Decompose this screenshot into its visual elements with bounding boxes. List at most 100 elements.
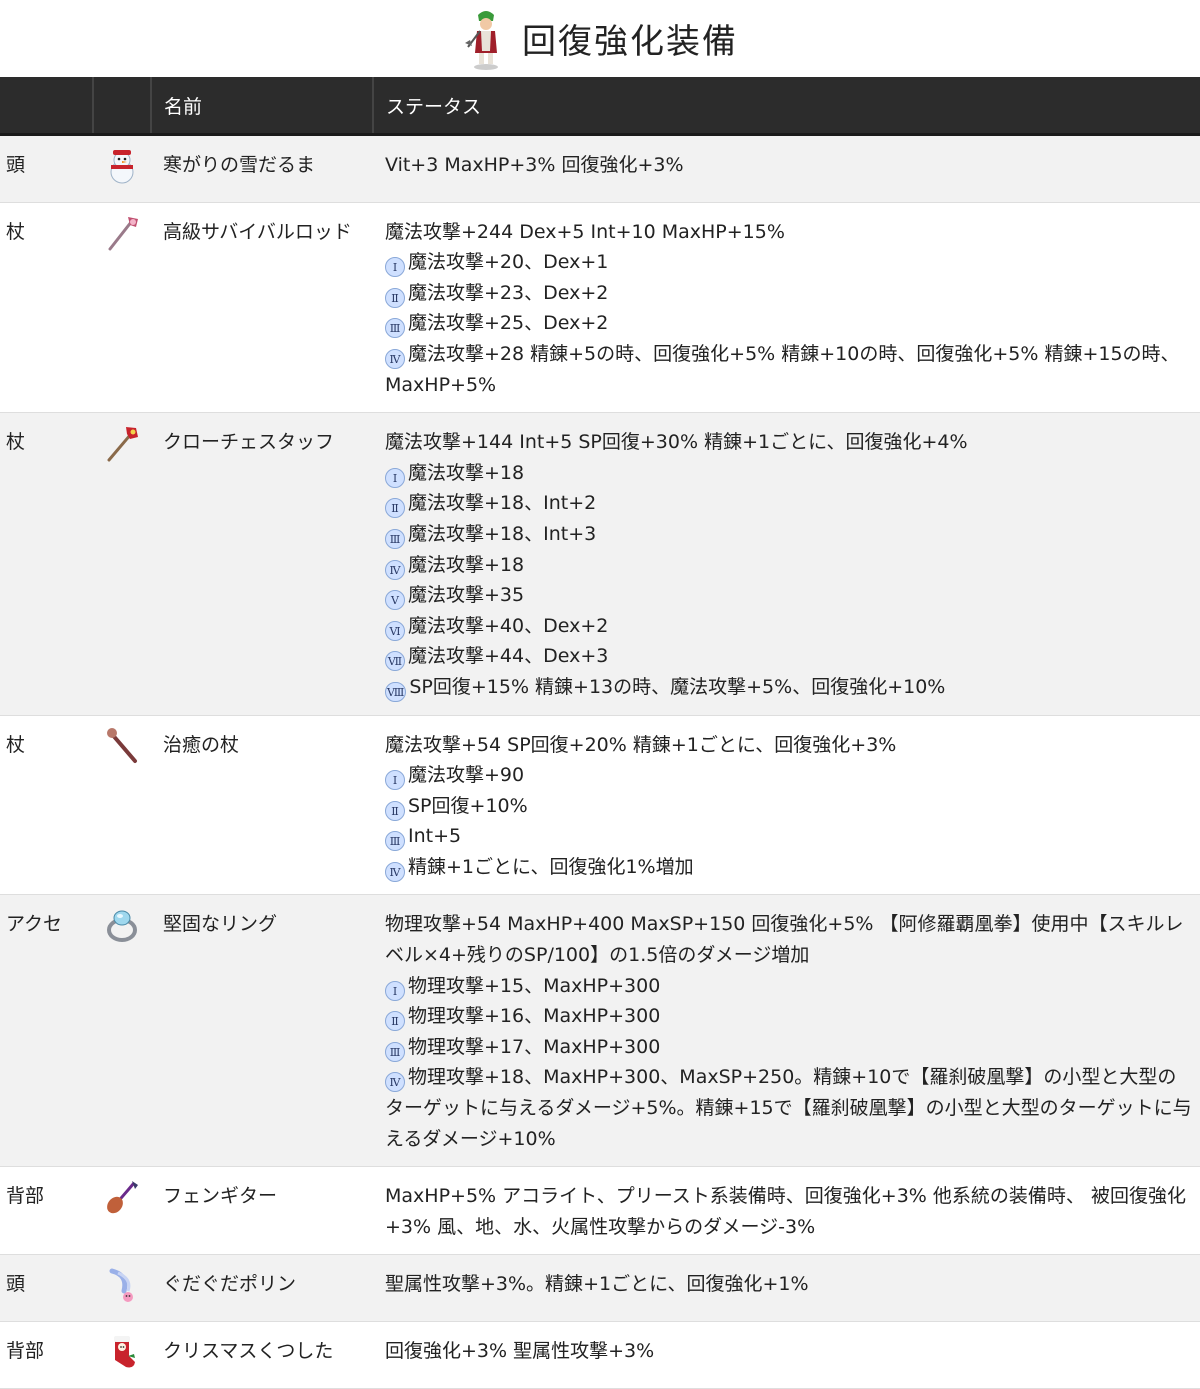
fen-guitar-icon [107, 1181, 138, 1214]
item-name: クローチェスタッフ [151, 412, 373, 716]
slot-cell: 杖 [0, 412, 93, 716]
page-header: 回復強化装備 [0, 0, 1200, 77]
roman-numeral-badge: Ⅵ [385, 620, 405, 641]
status-text: 魔法攻撃+244 Dex+5 Int+10 MaxHP+15% [385, 220, 785, 243]
item-name: 堅固なリング [151, 894, 373, 1168]
status-cell: 魔法攻撃+244 Dex+5 Int+10 MaxHP+15% Ⅰ 魔法攻撃+20、… [373, 202, 1200, 414]
roman-numeral-badge: Ⅱ [385, 1011, 405, 1032]
status-text: 魔法攻撃+20、Dex+1 [408, 251, 609, 274]
enchant-line: Ⅲ 魔法攻撃+25、Dex+2 [385, 308, 1192, 339]
status-cell: 物理攻撃+54 MaxHP+400 MaxSP+150 回復強化+5% 【阿修羅… [373, 894, 1200, 1168]
enchant-line: Ⅵ 魔法攻撃+40、Dex+2 [385, 611, 1192, 642]
table-row: アクセ 堅固なリング 物理攻撃+54 MaxHP+400 MaxSP+150 回復強… [0, 894, 1200, 1168]
enchant-line: Ⅰ 魔法攻撃+20、Dex+1 [385, 247, 1192, 278]
status-cell: MaxHP+5% アコライト、プリースト系装備時、回復強化+3% 他系統の装備時… [373, 1166, 1200, 1256]
roman-numeral-badge: Ⅲ [385, 1041, 405, 1062]
status-text: 物理攻撃+17、MaxHP+300 [408, 1035, 661, 1058]
slot-cell: 頭 [0, 1254, 93, 1322]
status-text: 物理攻撃+54 MaxHP+400 MaxSP+150 回復強化+5% 【阿修羅… [385, 913, 1184, 967]
enchant-line: Ⅳ 精錬+1ごとに、回復強化1%増加 [385, 852, 1192, 883]
enchant-line: Ⅱ 魔法攻撃+23、Dex+2 [385, 278, 1192, 309]
slot-cell: 頭 [0, 134, 93, 203]
ring-icon [107, 910, 137, 943]
status-line: 聖属性攻撃+3%。精錬+1ごとに、回復強化+1% [385, 1269, 1192, 1300]
roman-numeral-badge: Ⅷ [385, 681, 407, 702]
item-name: ぐだぐだポリン [151, 1254, 373, 1322]
header-slot [0, 77, 94, 136]
roman-numeral-badge: Ⅲ [385, 528, 405, 549]
equipment-table: 名前 ステータス 頭寒がりの雪だるま Vit+3 MaxHP+3% 回復強化+3%… [0, 77, 1200, 1389]
status-text: 聖属性攻撃+3%。精錬+1ごとに、回復強化+1% [385, 1273, 809, 1296]
enchant-line: Ⅰ 魔法攻撃+18 [385, 458, 1192, 489]
enchant-line: Ⅳ 魔法攻撃+18 [385, 550, 1192, 581]
header-icon [93, 77, 152, 136]
status-text: 魔法攻撃+40、Dex+2 [408, 614, 609, 637]
table-header-row: 名前 ステータス [0, 77, 1200, 136]
status-text: 魔法攻撃+35 [408, 584, 525, 607]
icon-cell [93, 412, 151, 716]
icon-cell [93, 1321, 151, 1389]
roman-numeral-badge: Ⅳ [385, 559, 405, 580]
status-text: 魔法攻撃+18 [408, 553, 525, 576]
roman-numeral-badge: Ⅴ [385, 590, 405, 611]
roman-numeral-badge: Ⅲ [385, 831, 405, 852]
table-row: 杖治癒の杖 魔法攻撃+54 SP回復+20% 精錬+1ごとに、回復強化+3% Ⅰ 魔法… [0, 715, 1200, 896]
table-row: 背部 フェンギター MaxHP+5% アコライト、プリースト系装備時、回復強化+3%… [0, 1166, 1200, 1256]
enchant-line: Ⅰ 魔法攻撃+90 [385, 760, 1192, 791]
poring-feather-icon [109, 1268, 133, 1303]
icon-cell [93, 715, 151, 896]
status-text: 物理攻撃+16、MaxHP+300 [408, 1005, 661, 1028]
status-text: 魔法攻撃+18、Int+2 [408, 492, 597, 515]
status-text: 物理攻撃+15、MaxHP+300 [408, 974, 661, 997]
status-text: 魔法攻撃+18 [408, 461, 525, 484]
roman-numeral-badge: Ⅶ [385, 651, 405, 672]
status-line: 魔法攻撃+144 Int+5 SP回復+30% 精錬+1ごとに、回復強化+4% [385, 427, 1192, 458]
item-name: 寒がりの雪だるま [151, 134, 373, 203]
enchant-line: Ⅰ 物理攻撃+15、MaxHP+300 [385, 971, 1192, 1002]
status-text: 物理攻撃+18、MaxHP+300、MaxSP+250。精錬+10で【羅刹破凰撃… [385, 1066, 1192, 1150]
enchant-line: Ⅱ 魔法攻撃+18、Int+2 [385, 488, 1192, 519]
status-cell: 魔法攻撃+54 SP回復+20% 精錬+1ごとに、回復強化+3% Ⅰ 魔法攻撃+90… [373, 715, 1200, 896]
icon-cell [93, 202, 151, 414]
slot-cell: 杖 [0, 202, 93, 414]
roman-numeral-badge: Ⅳ [385, 1072, 405, 1093]
roman-numeral-badge: Ⅰ [385, 980, 405, 1001]
page-title: 回復強化装備 [522, 22, 738, 62]
enchant-line: Ⅳ 魔法攻撃+28 精錬+5の時、回復強化+5% 精錬+10の時、回復強化+5% … [385, 339, 1192, 400]
status-line: 魔法攻撃+54 SP回復+20% 精錬+1ごとに、回復強化+3% [385, 730, 1192, 761]
status-text: 魔法攻撃+23、Dex+2 [408, 281, 609, 304]
enchant-line: Ⅴ 魔法攻撃+35 [385, 580, 1192, 611]
icon-cell [93, 894, 151, 1168]
healing-staff-icon [107, 727, 137, 763]
status-text: MaxHP+5% アコライト、プリースト系装備時、回復強化+3% 他系統の装備時… [385, 1185, 1186, 1238]
status-cell: 魔法攻撃+144 Int+5 SP回復+30% 精錬+1ごとに、回復強化+4% Ⅰ… [373, 412, 1200, 716]
status-text: Vit+3 MaxHP+3% 回復強化+3% [385, 154, 684, 176]
status-text: 魔法攻撃+54 SP回復+20% 精錬+1ごとに、回復強化+3% [385, 733, 897, 756]
enchant-line: Ⅲ 魔法攻撃+18、Int+3 [385, 519, 1192, 550]
status-text: 魔法攻撃+144 Int+5 SP回復+30% 精錬+1ごとに、回復強化+4% [385, 431, 968, 454]
slot-cell: 背部 [0, 1321, 93, 1389]
status-text: 魔法攻撃+25、Dex+2 [408, 312, 609, 335]
crozier-staff-icon [107, 427, 138, 462]
status-line: 魔法攻撃+244 Dex+5 Int+10 MaxHP+15% [385, 217, 1192, 248]
roman-numeral-badge: Ⅱ [385, 287, 405, 308]
status-cell: 回復強化+3% 聖属性攻撃+3% [373, 1321, 1200, 1389]
item-name: フェンギター [151, 1166, 373, 1256]
status-text: 魔法攻撃+44、Dex+3 [408, 645, 609, 668]
icon-cell [93, 1166, 151, 1256]
roman-numeral-badge: Ⅱ [385, 800, 405, 821]
enchant-line: Ⅱ 物理攻撃+16、MaxHP+300 [385, 1001, 1192, 1032]
table-row: 杖クローチェスタッフ 魔法攻撃+144 Int+5 SP回復+30% 精錬+1ごと… [0, 412, 1200, 716]
status-text: 魔法攻撃+90 [408, 764, 525, 787]
enchant-line: Ⅶ 魔法攻撃+44、Dex+3 [385, 641, 1192, 672]
status-text: Int+5 [408, 825, 462, 848]
status-line: 物理攻撃+54 MaxHP+400 MaxSP+150 回復強化+5% 【阿修羅… [385, 909, 1192, 970]
enchant-line: Ⅷ SP回復+15% 精錬+13の時、魔法攻撃+5%、回復強化+10% [385, 672, 1192, 703]
roman-numeral-badge: Ⅳ [385, 861, 405, 882]
enchant-line: Ⅲ 物理攻撃+17、MaxHP+300 [385, 1032, 1192, 1063]
status-text: SP回復+15% 精錬+13の時、魔法攻撃+5%、回復強化+10% [409, 675, 946, 698]
enchant-line: Ⅱ SP回復+10% [385, 791, 1192, 822]
survival-rod-icon [108, 216, 138, 251]
roman-numeral-badge: Ⅰ [385, 257, 405, 278]
header-name: 名前 [151, 77, 374, 136]
